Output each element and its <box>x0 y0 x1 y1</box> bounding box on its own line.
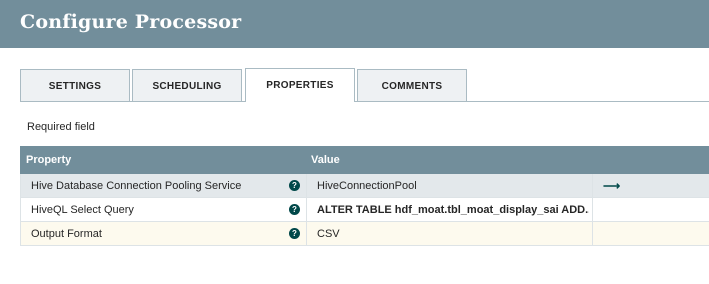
action-cell: ⟶ <box>593 174 709 197</box>
required-field-label: Required field <box>27 121 95 133</box>
value-cell[interactable]: CSV <box>307 222 593 245</box>
property-value: ALTER TABLE hdf_moat.tbl_moat_display_sa… <box>317 204 589 216</box>
property-cell: Hive Database Connection Pooling Service… <box>21 174 307 197</box>
dialog-header: Configure Processor <box>0 0 709 48</box>
property-name: Hive Database Connection Pooling Service <box>31 180 242 192</box>
action-cell <box>593 198 709 221</box>
property-value: HiveConnectionPool <box>317 180 417 192</box>
value-cell[interactable]: HiveConnectionPool <box>307 174 593 197</box>
property-value: CSV <box>317 228 340 240</box>
question-circle-icon[interactable]: ? <box>289 204 300 215</box>
dialog-title: Configure Processor <box>20 11 242 33</box>
table-row[interactable]: Output Format ? CSV <box>20 222 709 246</box>
tab-comments[interactable]: COMMENTS <box>357 69 467 101</box>
arrow-right-icon[interactable]: ⟶ <box>603 179 620 193</box>
column-header-property[interactable]: Property <box>26 154 71 166</box>
tab-settings[interactable]: SETTINGS <box>20 69 130 101</box>
property-cell: Output Format ? <box>21 222 307 245</box>
question-circle-icon[interactable]: ? <box>289 228 300 239</box>
tab-scheduling[interactable]: SCHEDULING <box>132 69 242 101</box>
tab-bar: SETTINGS SCHEDULING PROPERTIES COMMENTS <box>20 68 709 102</box>
table-row[interactable]: Hive Database Connection Pooling Service… <box>20 174 709 198</box>
properties-table: Property Value Hive Database Connection … <box>20 146 709 246</box>
property-name: HiveQL Select Query <box>31 204 134 216</box>
question-circle-icon[interactable]: ? <box>289 180 300 191</box>
column-header-value[interactable]: Value <box>311 154 340 166</box>
table-header: Property Value <box>20 146 709 174</box>
action-cell <box>593 222 709 245</box>
tab-properties[interactable]: PROPERTIES <box>245 68 355 102</box>
value-cell[interactable]: ALTER TABLE hdf_moat.tbl_moat_display_sa… <box>307 198 593 221</box>
property-cell: HiveQL Select Query ? <box>21 198 307 221</box>
property-name: Output Format <box>31 228 102 240</box>
table-row[interactable]: HiveQL Select Query ? ALTER TABLE hdf_mo… <box>20 198 709 222</box>
tab-divider <box>20 101 709 102</box>
